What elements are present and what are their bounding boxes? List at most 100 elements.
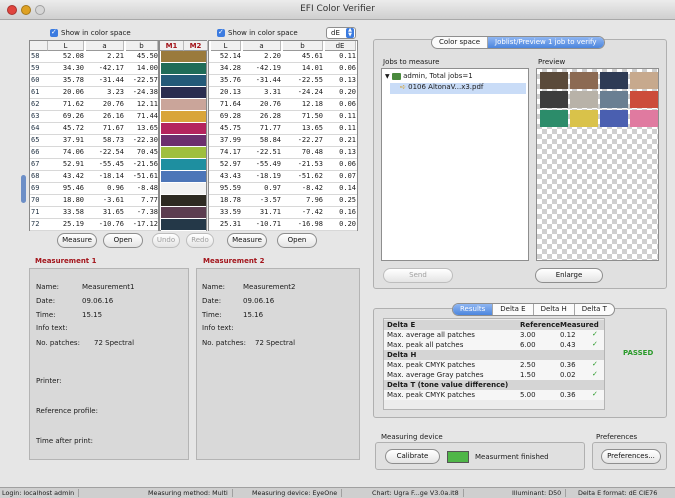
- measure-1-button[interactable]: Measure: [57, 233, 97, 248]
- table-row[interactable]: 25.31 -10.71 -16.98 0.20: [209, 219, 357, 231]
- disclosure-triangle-icon[interactable]: ▼: [385, 73, 390, 80]
- table-row[interactable]: 69.28 26.28 71.50 0.11: [209, 111, 357, 123]
- table-header-dE[interactable]: dE: [325, 41, 356, 51]
- check-icon: ✓: [592, 370, 598, 378]
- cell-dE: 0.25: [339, 196, 356, 204]
- table-header-b[interactable]: b: [126, 41, 158, 51]
- cell-b: 45.50: [136, 52, 158, 60]
- cell-L: 74.06: [62, 148, 84, 156]
- results-row: Max. average Gray patches 1.50 0.02 ✓: [384, 370, 604, 380]
- undo-button[interactable]: Undo: [152, 233, 180, 248]
- lab-table-measurement-1[interactable]: La b 58 52.08 2.21 45.50 59 34.30 -42.17 14.00 60 3…: [29, 40, 159, 231]
- row-id: 72: [31, 220, 40, 228]
- tab-delta-h[interactable]: Delta H: [534, 304, 575, 315]
- table-row[interactable]: 71.64 20.76 12.18 0.06: [209, 99, 357, 111]
- table-row[interactable]: 33.59 31.71 -7.42 0.16: [209, 207, 357, 219]
- table-row[interactable]: 63 69.26 26.16 71.44: [30, 111, 158, 123]
- table-row[interactable]: 18.78 -3.57 7.96 0.25: [209, 195, 357, 207]
- tab-delta-e[interactable]: Delta E: [493, 304, 534, 315]
- table-row[interactable]: 35.76 -31.44 -22.55 0.13: [209, 75, 357, 87]
- table-row[interactable]: 65 37.91 58.73 -22.30: [30, 135, 158, 147]
- show-in-color-space-left[interactable]: Show in color space: [50, 28, 131, 37]
- table-row[interactable]: 52.97 -55.49 -21.53 0.06: [209, 159, 357, 171]
- open-2-button[interactable]: Open: [277, 233, 317, 248]
- tab-results[interactable]: Results: [453, 304, 494, 315]
- table-row[interactable]: 69 95.46 0.96 -8.48: [30, 183, 158, 195]
- table-row[interactable]: 43.43 -18.19 -51.62 0.07: [209, 171, 357, 183]
- job-tree-root[interactable]: ▼ admin, Total jobs=1: [385, 72, 473, 80]
- table-header-L[interactable]: L: [211, 41, 241, 51]
- measure-2-button[interactable]: Measure: [227, 233, 267, 248]
- checkbox-checked-icon[interactable]: [50, 28, 58, 37]
- open-1-button[interactable]: Open: [103, 233, 143, 248]
- show-in-color-space-right[interactable]: Show in color space: [217, 28, 298, 37]
- table-row[interactable]: 71 33.58 31.65 -7.38: [30, 207, 158, 219]
- redo-button[interactable]: Redo: [186, 233, 214, 248]
- table-row[interactable]: 45.75 71.77 13.65 0.11: [209, 123, 357, 135]
- cell-a: -18.19: [255, 172, 281, 180]
- table-row[interactable]: 59 34.30 -42.17 14.00: [30, 63, 158, 75]
- preferences-button[interactable]: Preferences...: [601, 449, 661, 464]
- job-item-selected[interactable]: ➪ 0106 AltonaV...x3.pdf: [390, 83, 526, 94]
- table-row[interactable]: 68 43.42 -18.14 -51.61: [30, 171, 158, 183]
- tab-delta-t[interactable]: Delta T: [575, 304, 614, 315]
- table-row[interactable]: 74.17 -22.51 70.48 0.13: [209, 147, 357, 159]
- enlarge-button[interactable]: Enlarge: [535, 268, 603, 283]
- cell-b: -22.57: [132, 76, 158, 84]
- cell-L: 71.62: [62, 100, 84, 108]
- send-button[interactable]: Send: [383, 268, 453, 283]
- table-row[interactable]: 72 25.19 -10.76 -17.12: [30, 219, 158, 231]
- swatch-columns: M1 M2: [159, 40, 208, 231]
- window-title: EFI Color Verifier: [300, 4, 375, 14]
- tab-joblist-preview[interactable]: Joblist/Preview 1 job to verify: [488, 37, 604, 48]
- calibrate-button[interactable]: Calibrate: [385, 449, 440, 464]
- top-tab-bar[interactable]: Color space Joblist/Preview 1 job to ver…: [431, 36, 605, 49]
- cell-b: 14.01: [301, 64, 323, 72]
- cell-L: 52.91: [62, 160, 84, 168]
- table-row[interactable]: 62 71.62 20.76 12.11: [30, 99, 158, 111]
- tab-color-space[interactable]: Color space: [432, 37, 489, 48]
- checkbox-checked-icon[interactable]: [217, 28, 225, 37]
- table-row[interactable]: 37.99 58.84 -22.27 0.21: [209, 135, 357, 147]
- cell-b: 13.65: [301, 124, 323, 132]
- table-row[interactable]: 64 45.72 71.67 13.65: [30, 123, 158, 135]
- cell-a: -3.57: [259, 196, 281, 204]
- cell-a: -42.19: [255, 64, 281, 72]
- table-header-L[interactable]: L: [48, 41, 84, 51]
- cell-a: -22.54: [98, 148, 124, 156]
- cell-dE: 0.13: [339, 148, 356, 156]
- table-header-a[interactable]: a: [86, 41, 124, 51]
- jobs-list[interactable]: ▼ admin, Total jobs=1 ➪ 0106 AltonaV...x…: [381, 68, 529, 261]
- cell-b: 14.00: [136, 64, 158, 72]
- table-row[interactable]: 61 20.06 3.23 -24.38: [30, 87, 158, 99]
- status-chart: Chart: Ugra F...ge V3.0a.it8: [372, 489, 464, 497]
- cell-b: -24.24: [297, 88, 323, 96]
- cell-L: 45.75: [219, 124, 241, 132]
- section-title: Delta E: [387, 321, 416, 329]
- table-row[interactable]: 34.28 -42.19 14.01 0.06: [209, 63, 357, 75]
- device-status-indicator: [447, 451, 469, 463]
- cell-a: -31.44: [98, 76, 124, 84]
- check-icon: ✓: [592, 330, 598, 338]
- row-id: 65: [31, 136, 40, 144]
- delta-format-dropdown[interactable]: dE ▲ ▼: [326, 27, 356, 39]
- results-row: Max. average all patches 3.00 0.12 ✓: [384, 330, 604, 340]
- table-row[interactable]: 67 52.91 -55.45 -21.56: [30, 159, 158, 171]
- cell-b: -7.38: [136, 208, 158, 216]
- result-label: Max. peak CMYK patches: [387, 361, 475, 369]
- table-row[interactable]: 66 74.06 -22.54 70.45: [30, 147, 158, 159]
- table-row[interactable]: 60 35.78 -31.44 -22.57: [30, 75, 158, 87]
- preview-thumbnail: [630, 110, 658, 127]
- table-scroll-thumb[interactable]: [21, 175, 26, 203]
- table-row[interactable]: 70 18.80 -3.61 7.77: [30, 195, 158, 207]
- table-row[interactable]: 58 52.08 2.21 45.50: [30, 51, 158, 63]
- cell-b: 12.18: [301, 100, 323, 108]
- results-tab-bar[interactable]: Results Delta E Delta H Delta T: [452, 303, 615, 316]
- table-header-a[interactable]: a: [243, 41, 281, 51]
- table-row[interactable]: 95.59 0.97 -8.42 0.14: [209, 183, 357, 195]
- lab-table-measurement-2[interactable]: La b dE 52.14 2.20 45.61 0.11 34.28 -42.19 14.01 0…: [208, 40, 358, 231]
- results-section-row: Delta T (tone value difference): [384, 380, 604, 390]
- table-row[interactable]: 20.13 3.31 -24.24 0.20: [209, 87, 357, 99]
- table-header-b[interactable]: b: [283, 41, 323, 51]
- table-row[interactable]: 52.14 2.20 45.61 0.11: [209, 51, 357, 63]
